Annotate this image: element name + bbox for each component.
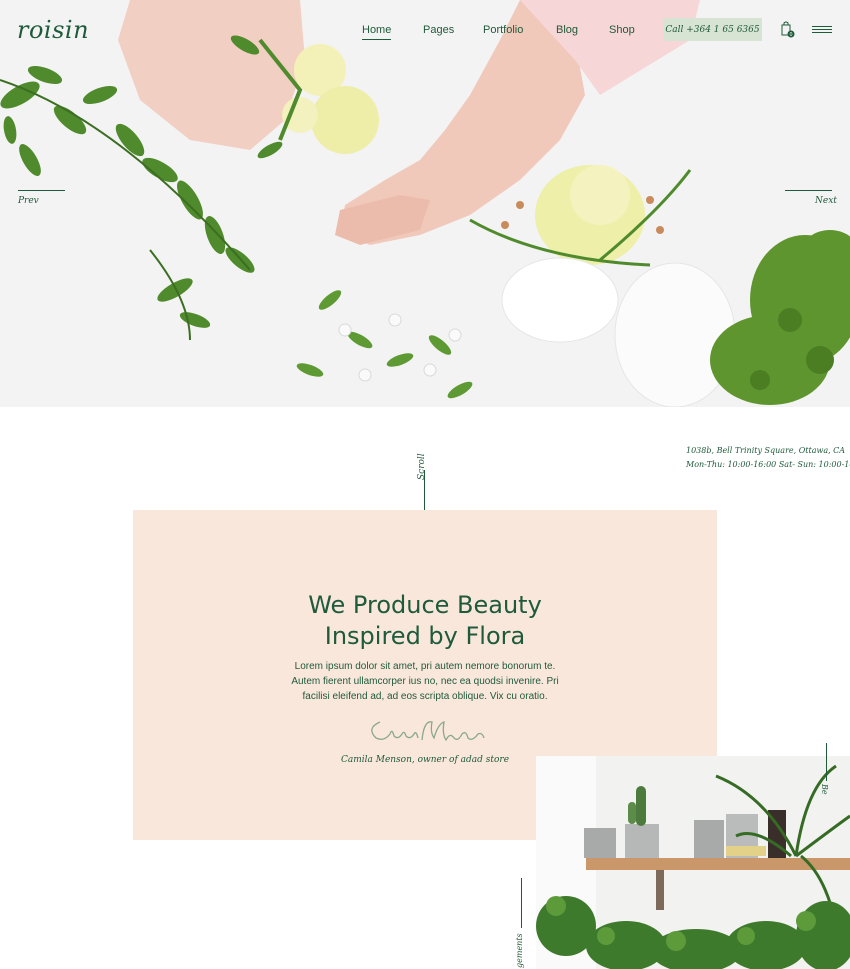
slider-prev-link[interactable]: Prev [18, 196, 39, 206]
address-line: 1038b, Bell Trinity Square, Ottawa, CA [686, 446, 846, 455]
right-indicator-line [826, 743, 827, 781]
brand-logo[interactable]: roisin [17, 16, 89, 44]
store-address: 1038b, Bell Trinity Square, Ottawa, CA M… [686, 444, 850, 472]
nav-item-shop[interactable]: Shop [609, 24, 635, 39]
cart-button[interactable]: 0 [779, 20, 795, 38]
nav-item-home[interactable]: Home [362, 24, 392, 40]
nav-item-blog[interactable]: Blog [556, 24, 578, 39]
handwritten-signature [371, 721, 485, 742]
intro-title-line2: Inspired by Flora [324, 622, 526, 650]
plants-shelf-image [536, 756, 850, 969]
intro-title: We Produce Beauty Inspired by Flora [133, 590, 717, 652]
hero-flowers-image [0, 0, 850, 407]
hamburger-menu-icon[interactable] [812, 26, 832, 35]
call-button[interactable]: Call +364 1 65 6365 [663, 18, 762, 41]
arrangements-side-label: gements [515, 933, 524, 968]
intro-title-line1: We Produce Beauty [308, 591, 542, 619]
nav-item-pages[interactable]: Pages [423, 24, 454, 39]
shopping-bag-icon: 0 [781, 21, 795, 38]
opening-hours: Mon-Thu: 10:00-16:00 Sat- Sun: 10:00-16:… [686, 460, 850, 469]
nav-item-portfolio[interactable]: Portfolio [483, 24, 523, 39]
next-line [785, 190, 832, 191]
intro-body: Lorem ipsum dolor sit amet, pri autem ne… [291, 661, 559, 702]
slider-next-link[interactable]: Next [815, 196, 837, 206]
cart-count-badge: 0 [790, 32, 793, 38]
right-side-label: Be [820, 784, 829, 795]
prev-line [18, 190, 65, 191]
arrangements-indicator-line [521, 878, 522, 928]
hero-slider: roisin Home Pages Portfolio Blog Shop Ca… [0, 0, 850, 407]
